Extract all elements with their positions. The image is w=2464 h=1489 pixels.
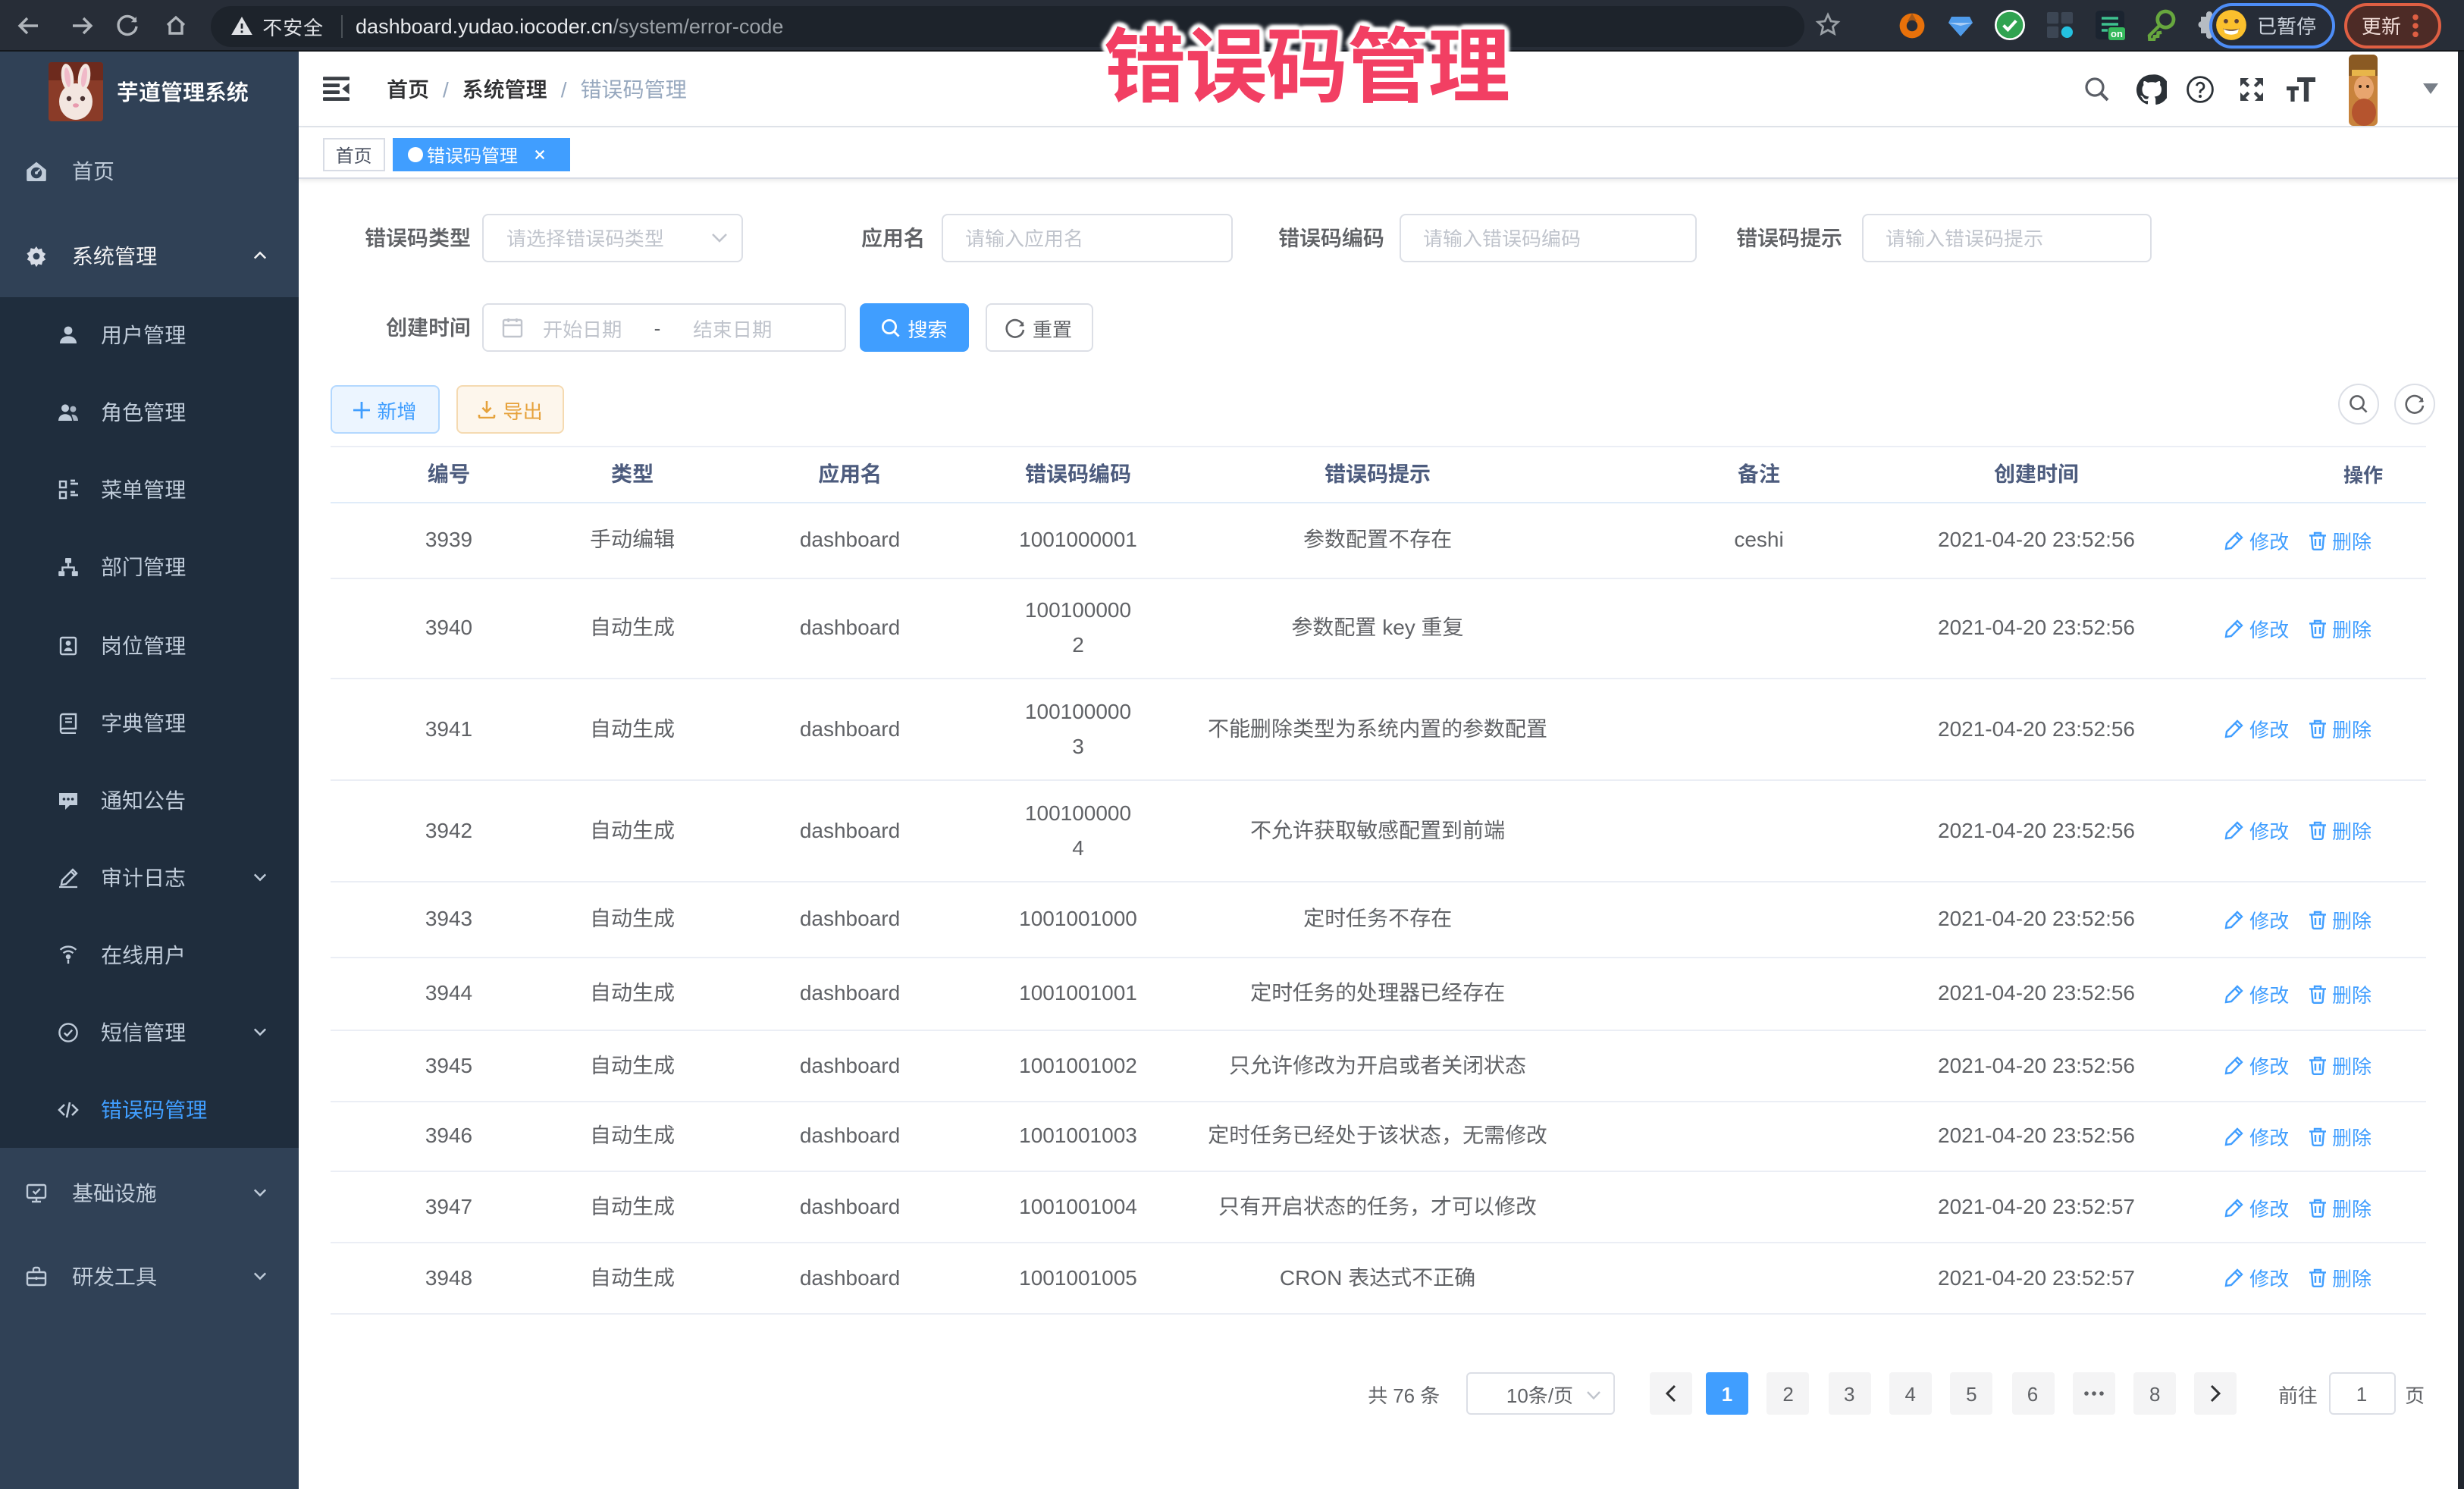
svg-text:on: on — [2111, 28, 2123, 39]
